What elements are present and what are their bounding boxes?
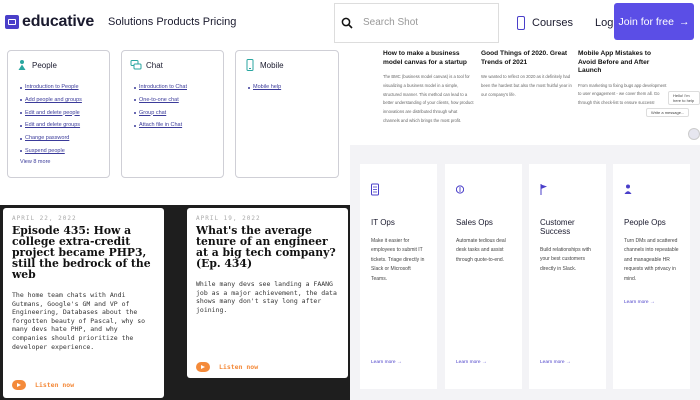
learn-more-link[interactable]: Learn more →	[540, 360, 571, 365]
podcast-title[interactable]: What's the average tenure of an engineer…	[196, 225, 339, 269]
podcast-description: The home team chats with Andi Gutmans, G…	[12, 291, 146, 351]
learn-more-link[interactable]: Learn more →	[456, 360, 487, 365]
help-card-people: People Introduction to People Add people…	[7, 50, 110, 178]
help-card-header: Chat	[130, 59, 215, 71]
help-card-title: Chat	[146, 60, 163, 70]
ops-description: Automate tedious deal desk tasks and ass…	[456, 238, 506, 263]
search-input[interactable]: Search Shot	[334, 2, 499, 43]
phone-icon	[517, 15, 525, 30]
help-link[interactable]: Edit and delete groups	[20, 119, 101, 132]
blog-article[interactable]: How to make a business model canvas for …	[383, 50, 475, 126]
help-link[interactable]: Add people and groups	[20, 94, 101, 107]
person-icon	[18, 60, 26, 70]
help-card-mobile: Mobile Mobile help	[235, 50, 339, 178]
people-icon	[624, 184, 632, 194]
chat-avatar[interactable]	[688, 128, 700, 140]
listen-now-label: Listen now	[35, 381, 75, 389]
clipboard-icon	[371, 183, 379, 196]
podcast-panel: APRIL 22, 2022 Episode 435: How a colleg…	[0, 205, 350, 400]
podcast-date: APRIL 19, 2022	[196, 215, 261, 222]
listen-now-label: Listen now	[219, 363, 259, 371]
help-link[interactable]: Introduction to Chat	[134, 81, 215, 94]
educative-brand[interactable]: educative	[22, 13, 94, 31]
ops-title: IT Ops	[371, 218, 395, 227]
article-title[interactable]: Mobile App Mistakes to Avoid Before and …	[578, 50, 670, 76]
article-description: We wanted to reflect on 2020 as it defin…	[481, 74, 572, 97]
help-link[interactable]: One-to-one chat	[134, 94, 215, 107]
podcast-card[interactable]: APRIL 19, 2022 What's the average tenure…	[187, 208, 348, 378]
blog-section: How to make a business model canvas for …	[350, 45, 700, 155]
dollar-icon	[455, 185, 465, 194]
educative-nav: educative Solutions Products Pricing	[0, 0, 350, 44]
chat-icon	[130, 60, 142, 70]
help-card-chat: Chat Introduction to Chat One-to-one cha…	[121, 50, 224, 178]
courses-label: Courses	[532, 16, 573, 29]
blog-article[interactable]: Good Things of 2020. Great Trends of 202…	[481, 50, 573, 99]
help-link[interactable]: Mobile help	[248, 81, 330, 94]
ops-card-sales[interactable]: Sales Ops Automate tedious deal desk tas…	[445, 164, 522, 389]
podcast-title[interactable]: Episode 435: How a college extra-credit …	[12, 225, 155, 280]
ops-section: IT Ops Make it easier for employees to s…	[350, 145, 700, 400]
chat-greeting-bubble[interactable]: Hello! I'm here to help	[668, 91, 700, 105]
article-description: From marketing to fixing bugs app develo…	[578, 82, 667, 106]
courses-link[interactable]: Courses	[517, 15, 573, 30]
help-link[interactable]: Attach file in Chat	[134, 119, 215, 132]
join-label: Join for free	[618, 15, 674, 28]
help-link[interactable]: Group chat	[134, 107, 215, 120]
podcast-date: APRIL 22, 2022	[12, 215, 77, 222]
help-card-title: Mobile	[260, 60, 284, 70]
help-link[interactable]: Edit and delete people	[20, 107, 101, 120]
educative-logo-icon[interactable]	[5, 15, 19, 29]
help-link-list: Mobile help	[244, 81, 330, 94]
article-title[interactable]: How to make a business model canvas for …	[383, 50, 475, 67]
article-description: The BMC (business model canvas) is a too…	[383, 74, 474, 123]
learn-more-link[interactable]: Learn more →	[624, 300, 655, 305]
ops-card-it[interactable]: IT Ops Make it easier for employees to s…	[360, 164, 437, 389]
ops-title: People Ops	[624, 218, 666, 227]
search-placeholder: Search Shot	[363, 17, 419, 28]
help-link[interactable]: Change password	[20, 132, 101, 145]
podcast-card[interactable]: APRIL 22, 2022 Episode 435: How a colleg…	[3, 208, 164, 398]
educative-panel: educative Solutions Products Pricing Peo…	[0, 0, 350, 205]
help-link[interactable]: Introduction to People	[20, 81, 101, 94]
view-more-link[interactable]: View 8 more	[16, 159, 101, 165]
educative-nav-links[interactable]: Solutions Products Pricing	[108, 16, 236, 28]
arrow-right-icon: →	[678, 15, 690, 28]
article-title[interactable]: Good Things of 2020. Great Trends of 202…	[481, 50, 573, 67]
mobile-icon	[246, 59, 254, 71]
play-icon	[196, 362, 210, 372]
ops-card-customer-success[interactable]: Customer Success Build relationships wit…	[529, 164, 606, 389]
play-icon	[12, 380, 26, 390]
blog-article[interactable]: Mobile App Mistakes to Avoid Before and …	[578, 50, 670, 108]
ops-card-people[interactable]: People Ops Turn DMs and scattered channe…	[613, 164, 690, 389]
flag-icon	[540, 184, 547, 195]
help-link-list: Introduction to People Add people and gr…	[16, 81, 101, 158]
site-header: Search Shot Courses Log In Join for free…	[334, 0, 700, 45]
help-link[interactable]: Suspend people	[20, 145, 101, 158]
ops-description: Build relationships with your best custo…	[540, 247, 591, 272]
help-card-header: People	[16, 59, 101, 71]
podcast-description: While many devs see landing a FAANG job …	[196, 280, 337, 314]
ops-title: Sales Ops	[456, 218, 493, 227]
help-card-header: Mobile	[244, 59, 330, 71]
listen-now-button[interactable]: Listen now	[12, 380, 74, 390]
screenshot-root: educative Solutions Products Pricing Peo…	[0, 0, 700, 400]
join-for-free-button[interactable]: Join for free →	[614, 3, 694, 40]
learn-more-link[interactable]: Learn more →	[371, 360, 402, 365]
help-link-list: Introduction to Chat One-to-one chat Gro…	[130, 81, 215, 132]
search-icon	[341, 17, 353, 29]
ops-description: Turn DMs and scattered channels into rep…	[624, 238, 679, 282]
ops-description: Make it easier for employees to submit I…	[371, 238, 425, 282]
ops-title: Customer Success	[540, 218, 575, 236]
listen-now-button[interactable]: Listen now	[196, 362, 258, 372]
help-card-title: People	[32, 60, 57, 70]
chat-message-input[interactable]: Write a message...	[646, 108, 690, 117]
